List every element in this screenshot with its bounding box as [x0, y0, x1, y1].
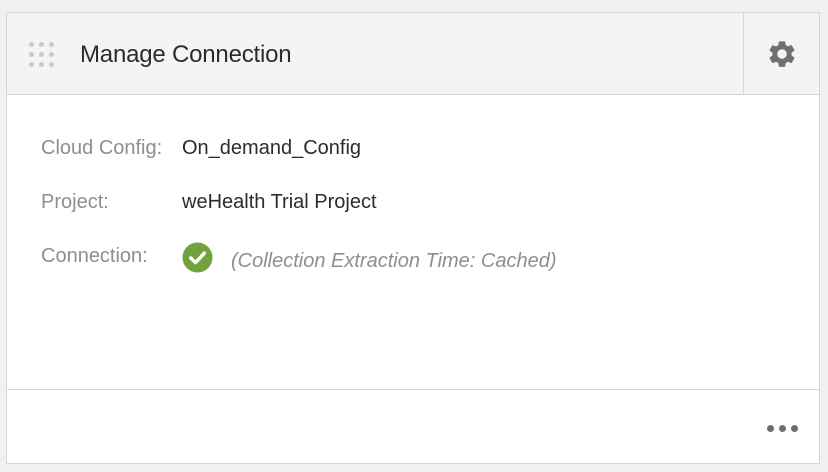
- more-dot: [767, 424, 774, 432]
- card-title: Manage Connection: [80, 41, 292, 68]
- card-footer: [7, 389, 819, 463]
- connection-status-note: (Collection Extraction Time: Cached): [231, 250, 557, 272]
- more-dot: [779, 424, 786, 432]
- gear-icon: [769, 40, 794, 67]
- project-label: Project:: [41, 191, 109, 213]
- check-circle-icon: [182, 242, 213, 273]
- card-header: Manage Connection: [7, 13, 819, 95]
- more-options-button[interactable]: [767, 420, 798, 436]
- project-value: weHealth Trial Project: [182, 191, 377, 213]
- cloud-config-label: Cloud Config:: [41, 137, 163, 159]
- connection-label: Connection:: [41, 245, 148, 267]
- settings-button[interactable]: [743, 13, 819, 94]
- manage-connection-card: Manage Connection Cloud Config: On_deman…: [6, 12, 820, 464]
- drag-handle-icon[interactable]: [29, 42, 59, 72]
- more-dot: [791, 424, 798, 432]
- cloud-config-value: On_demand_Config: [182, 137, 362, 159]
